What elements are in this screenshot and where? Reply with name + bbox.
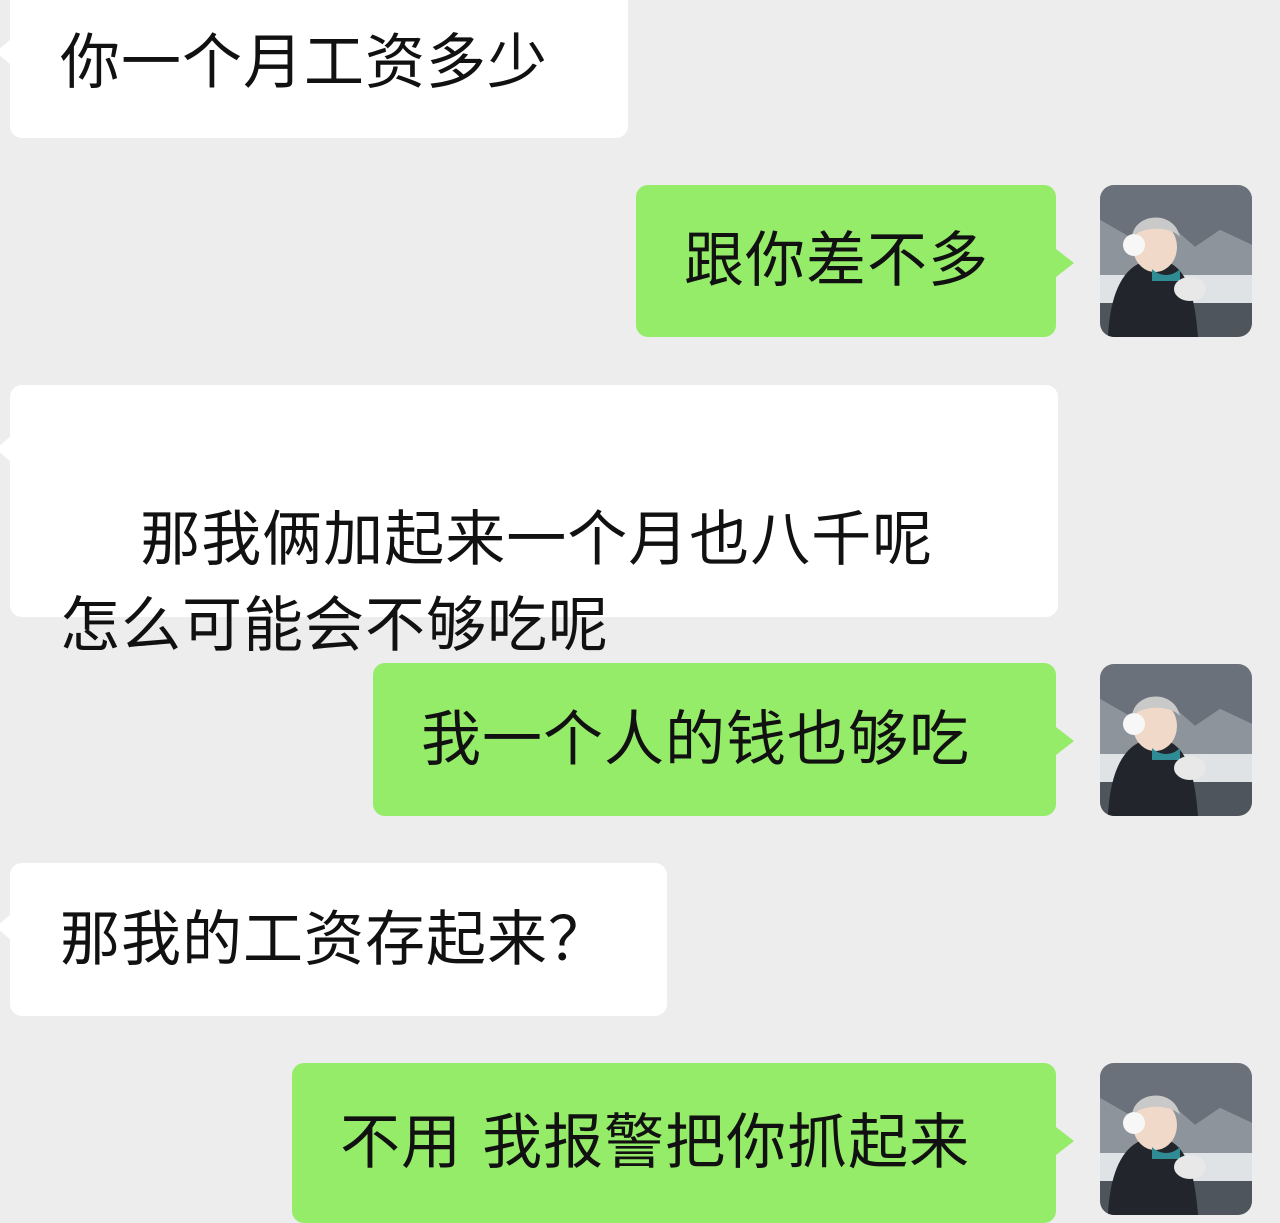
avatar-photo-icon	[1100, 185, 1252, 337]
avatar-photo-icon	[1100, 664, 1252, 816]
message-text: 我一个人的钱也够吃	[421, 704, 970, 775]
user-avatar[interactable]	[1100, 664, 1252, 816]
chat-area[interactable]: 你一个月工资多少 跟你差不多 那我俩加起来一个月也八千呢 怎么可能会不够吃呢 我…	[0, 0, 1280, 1223]
message-text: 跟你差不多	[684, 226, 989, 296]
message-bubble-incoming[interactable]: 那我的工资存起来？	[0, 863, 667, 1016]
message-text: 那我俩加起来一个月也八千呢 怎么可能会不够吃呢	[60, 505, 974, 661]
message-bubble-incoming[interactable]: 那我俩加起来一个月也八千呢 怎么可能会不够吃呢	[0, 385, 1058, 661]
message-bubble-outgoing[interactable]: 跟你差不多	[636, 185, 1074, 337]
user-avatar[interactable]	[1100, 185, 1252, 337]
user-avatar[interactable]	[1100, 1063, 1252, 1215]
avatar-photo-icon	[1100, 1063, 1252, 1215]
message-bubble-outgoing[interactable]: 不用 我报警把你抓起来	[292, 1063, 1074, 1223]
message-bubble-outgoing[interactable]: 我一个人的钱也够吃	[373, 663, 1074, 816]
message-text: 你一个月工资多少	[60, 28, 548, 98]
message-text: 不用 我报警把你抓起来	[340, 1108, 971, 1178]
message-text: 那我的工资存起来？	[60, 904, 609, 975]
message-bubble-incoming[interactable]: 你一个月工资多少	[0, 0, 628, 138]
